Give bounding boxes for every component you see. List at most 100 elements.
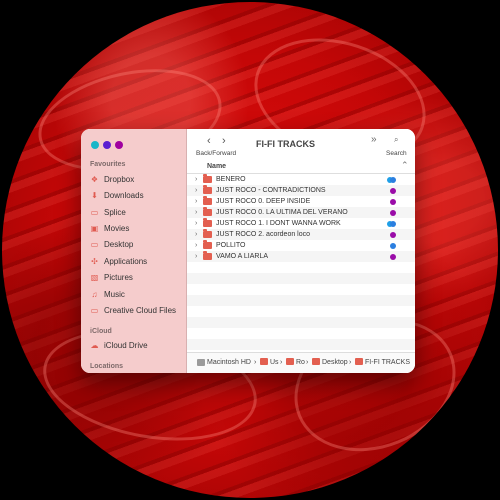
- sidebar-item-label: Pictures: [104, 273, 133, 282]
- table-row[interactable]: › JUST ROCO 2. acordeon loco: [187, 229, 415, 240]
- list-header: Name ⌃: [187, 160, 415, 174]
- folder-icon: [286, 358, 294, 365]
- table-row[interactable]: › POLLITO: [187, 240, 415, 251]
- path-item[interactable]: Ro: [296, 359, 305, 366]
- tag-icon: [390, 243, 396, 249]
- disclosure-chevron-icon[interactable]: ›: [195, 176, 203, 183]
- name-column-header[interactable]: Name: [207, 163, 226, 170]
- path-bar: Macintosh HD › Us › Ro › Desktop › FI-FI…: [187, 352, 415, 373]
- disclosure-chevron-icon[interactable]: ›: [195, 209, 203, 216]
- table-row[interactable]: › VAMO A LIARLA: [187, 251, 415, 262]
- sidebar-item-pictures[interactable]: ▧ Pictures: [90, 271, 133, 284]
- window-title: FI-FI TRACKS: [256, 139, 315, 149]
- disclosure-chevron-icon[interactable]: ›: [195, 242, 203, 249]
- sidebar-item-label: Downloads: [104, 191, 144, 200]
- sort-chevron-icon[interactable]: ⌃: [401, 160, 409, 171]
- icloud-heading: iCloud: [90, 328, 112, 335]
- tag-icon: [390, 199, 396, 205]
- sidebar-item-music[interactable]: ♫ Music: [90, 288, 125, 301]
- file-name: JUST ROCO 0. LA ULTIMA DEL VERANO: [216, 209, 348, 216]
- path-item[interactable]: Us: [270, 359, 279, 366]
- empty-row: [187, 339, 415, 350]
- applications-icon: ✣: [91, 256, 98, 266]
- sidebar-item-applications[interactable]: ✣ Applications: [90, 255, 147, 268]
- desktop-background: Favourites ❖ Dropbox ⬇ Downloads ▭ Splice ▣…: [0, 0, 500, 500]
- minimize-button[interactable]: [103, 141, 111, 149]
- tag-icon: [390, 210, 396, 216]
- forward-icon[interactable]: ›: [222, 135, 226, 147]
- downloads-icon: ⬇: [91, 190, 98, 200]
- finder-window: Favourites ❖ Dropbox ⬇ Downloads ▭ Splice ▣…: [81, 129, 415, 373]
- toolbar: ‹ › Back/Forward FI-FI TRACKS » ⌕ Search: [187, 129, 415, 160]
- path-separator: ›: [349, 359, 352, 366]
- empty-row: [187, 317, 415, 328]
- path-item[interactable]: Desktop: [322, 359, 348, 366]
- folder-icon: [312, 358, 320, 365]
- file-name: VAMO A LIARLA: [216, 253, 269, 260]
- music-icon: ♫: [91, 289, 98, 299]
- folder-icon: [203, 174, 212, 183]
- close-button[interactable]: [91, 141, 99, 149]
- sidebar-item-label: Dropbox: [104, 175, 135, 184]
- folder-icon: [260, 358, 268, 365]
- more-toolbar-icon[interactable]: »: [371, 134, 377, 145]
- sidebar-item-icloud-drive[interactable]: ☁ iCloud Drive: [90, 339, 148, 352]
- sidebar-item-label: Splice: [104, 208, 126, 217]
- file-name: JUST ROCO 1. I DONT WANNA WORK: [216, 220, 341, 227]
- disclosure-chevron-icon[interactable]: ›: [195, 231, 203, 238]
- sidebar-item-creative-cloud-files[interactable]: ▭ Creative Cloud Files: [90, 304, 176, 317]
- cloud-icon: ☁: [90, 340, 99, 350]
- path-separator: ›: [306, 359, 309, 366]
- table-row[interactable]: › JUST ROCO - CONTRADICTIONS: [187, 185, 415, 196]
- file-name: JUST ROCO - CONTRADICTIONS: [216, 187, 326, 194]
- disclosure-chevron-icon[interactable]: ›: [195, 198, 203, 205]
- folder-icon: ▭: [90, 305, 99, 315]
- file-name: JUST ROCO 2. acordeon loco: [216, 231, 311, 238]
- disclosure-chevron-icon[interactable]: ›: [195, 220, 203, 227]
- hard-drive-icon: [197, 359, 205, 366]
- path-separator: ›: [280, 359, 283, 366]
- tag-icon: [390, 188, 396, 194]
- sidebar-item-downloads[interactable]: ⬇ Downloads: [90, 189, 144, 202]
- back-forward-label: Back/Forward: [196, 150, 237, 157]
- file-name: BENERO: [216, 176, 246, 183]
- folder-icon: [203, 240, 212, 249]
- locations-heading: Locations: [90, 363, 124, 370]
- disclosure-chevron-icon[interactable]: ›: [195, 187, 203, 194]
- fullscreen-button[interactable]: [115, 141, 123, 149]
- table-row[interactable]: › JUST ROCO 1. I DONT WANNA WORK: [187, 218, 415, 229]
- folder-icon: [355, 358, 363, 365]
- search-icon[interactable]: ⌕: [394, 135, 398, 145]
- path-separator: ›: [254, 359, 257, 366]
- finder-main: ‹ › Back/Forward FI-FI TRACKS » ⌕ Search…: [187, 129, 415, 373]
- sidebar-item-movies[interactable]: ▣ Movies: [90, 222, 130, 235]
- file-name: JUST ROCO 0. DEEP INSIDE: [216, 198, 311, 205]
- tag-icon: [390, 221, 396, 227]
- folder-icon: [203, 196, 212, 205]
- sidebar-item-label: iCloud Drive: [104, 341, 148, 350]
- path-item[interactable]: Macintosh HD: [207, 359, 251, 366]
- empty-row: [187, 273, 415, 284]
- folder-icon: [203, 218, 212, 227]
- table-row[interactable]: › BENERO: [187, 174, 415, 185]
- empty-row: [187, 295, 415, 306]
- file-name: POLLITO: [216, 242, 246, 249]
- favourites-heading: Favourites: [90, 161, 126, 168]
- table-row[interactable]: › JUST ROCO 0. DEEP INSIDE: [187, 196, 415, 207]
- sidebar-item-desktop[interactable]: ▭ Desktop: [90, 238, 134, 251]
- search-label: Search: [386, 150, 407, 157]
- sidebar-item-label: Creative Cloud Files: [104, 306, 177, 315]
- sidebar-item-label: Applications: [104, 257, 148, 266]
- back-icon[interactable]: ‹: [207, 135, 211, 147]
- folder-icon: [203, 251, 212, 260]
- disclosure-chevron-icon[interactable]: ›: [195, 253, 203, 260]
- movies-icon: ▣: [90, 223, 99, 233]
- path-item[interactable]: FI-FI TRACKS: [365, 359, 410, 366]
- tag-icon: [390, 232, 396, 238]
- sidebar-item-label: Movies: [104, 224, 130, 233]
- sidebar-item-dropbox[interactable]: ❖ Dropbox: [90, 173, 134, 186]
- finder-sidebar: Favourites ❖ Dropbox ⬇ Downloads ▭ Splice ▣…: [81, 129, 187, 373]
- table-row[interactable]: › JUST ROCO 0. LA ULTIMA DEL VERANO: [187, 207, 415, 218]
- pictures-icon: ▧: [90, 272, 99, 282]
- sidebar-item-splice[interactable]: ▭ Splice: [90, 206, 126, 219]
